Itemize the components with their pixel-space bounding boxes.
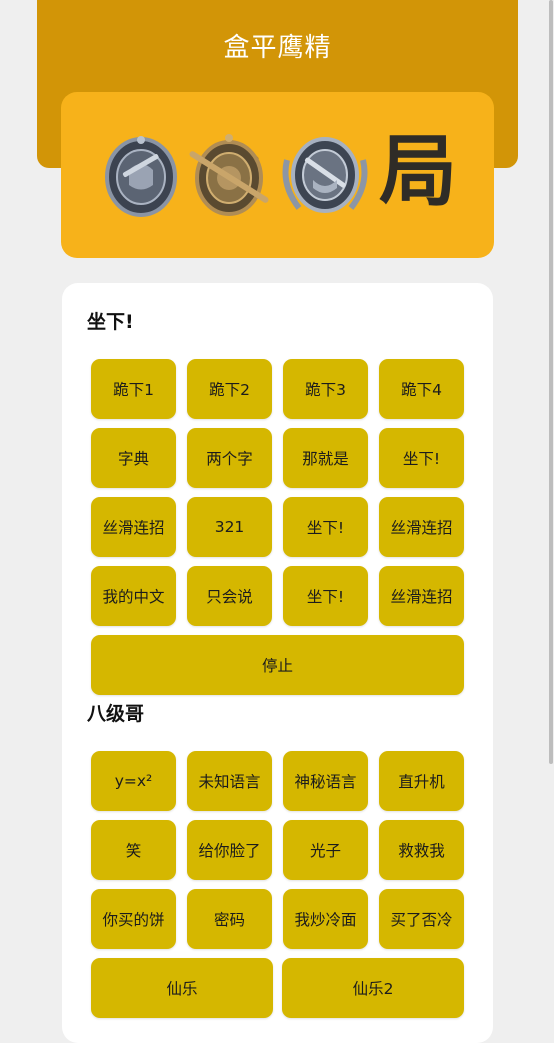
sound-button[interactable]: 光子 bbox=[283, 820, 368, 880]
sound-button[interactable]: 字典 bbox=[91, 428, 176, 488]
sound-button[interactable]: 两个字 bbox=[187, 428, 272, 488]
sound-button[interactable]: 笑 bbox=[91, 820, 176, 880]
sound-button[interactable]: 给你脸了 bbox=[187, 820, 272, 880]
bronze-rank-badge-icon bbox=[189, 134, 269, 216]
silver-rank-badge-icon bbox=[105, 136, 177, 217]
sound-button[interactable]: 神秘语言 bbox=[283, 751, 368, 811]
page-title: 盒平鹰精 bbox=[223, 33, 332, 63]
sound-button[interactable]: 跪下4 bbox=[379, 359, 464, 419]
silver-laurel-rank-badge-icon bbox=[282, 137, 368, 213]
sound-button[interactable]: 救救我 bbox=[379, 820, 464, 880]
sound-button[interactable]: 那就是 bbox=[283, 428, 368, 488]
sound-button[interactable]: 密码 bbox=[187, 889, 272, 949]
sound-board-card: 坐下! 跪下1 跪下2 跪下3 跪下4 字典 两个字 那就是 坐下! 丝滑连招 … bbox=[62, 283, 493, 1043]
sound-button[interactable]: 仙乐2 bbox=[282, 958, 464, 1018]
sound-button[interactable]: y=x² bbox=[91, 751, 176, 811]
sound-button[interactable]: 你买的饼 bbox=[91, 889, 176, 949]
sound-button[interactable]: 只会说 bbox=[187, 566, 272, 626]
sound-button[interactable]: 321 bbox=[187, 497, 272, 557]
stop-button[interactable]: 停止 bbox=[91, 635, 464, 695]
section-title-sit: 坐下! bbox=[87, 311, 134, 333]
sound-button[interactable]: 跪下3 bbox=[283, 359, 368, 419]
sound-button[interactable]: 坐下! bbox=[283, 497, 368, 557]
banner-text: 局 bbox=[379, 127, 458, 217]
sound-button[interactable]: 丝滑连招 bbox=[379, 566, 464, 626]
sound-button[interactable]: 坐下! bbox=[283, 566, 368, 626]
scrollbar[interactable] bbox=[549, 0, 553, 764]
sound-button[interactable]: 我的中文 bbox=[91, 566, 176, 626]
rank-banner: 局 bbox=[61, 92, 494, 258]
sound-button[interactable]: 未知语言 bbox=[187, 751, 272, 811]
sound-button[interactable]: 仙乐 bbox=[91, 958, 273, 1018]
sound-button[interactable]: 丝滑连招 bbox=[91, 497, 176, 557]
sound-button[interactable]: 我炒冷面 bbox=[283, 889, 368, 949]
sound-button[interactable]: 丝滑连招 bbox=[379, 497, 464, 557]
sound-button[interactable]: 坐下! bbox=[379, 428, 464, 488]
sound-button[interactable]: 买了否冷 bbox=[379, 889, 464, 949]
section-title-eight: 八级哥 bbox=[87, 703, 145, 725]
sound-button[interactable]: 直升机 bbox=[379, 751, 464, 811]
sound-button[interactable]: 跪下1 bbox=[91, 359, 176, 419]
sound-button[interactable]: 跪下2 bbox=[187, 359, 272, 419]
